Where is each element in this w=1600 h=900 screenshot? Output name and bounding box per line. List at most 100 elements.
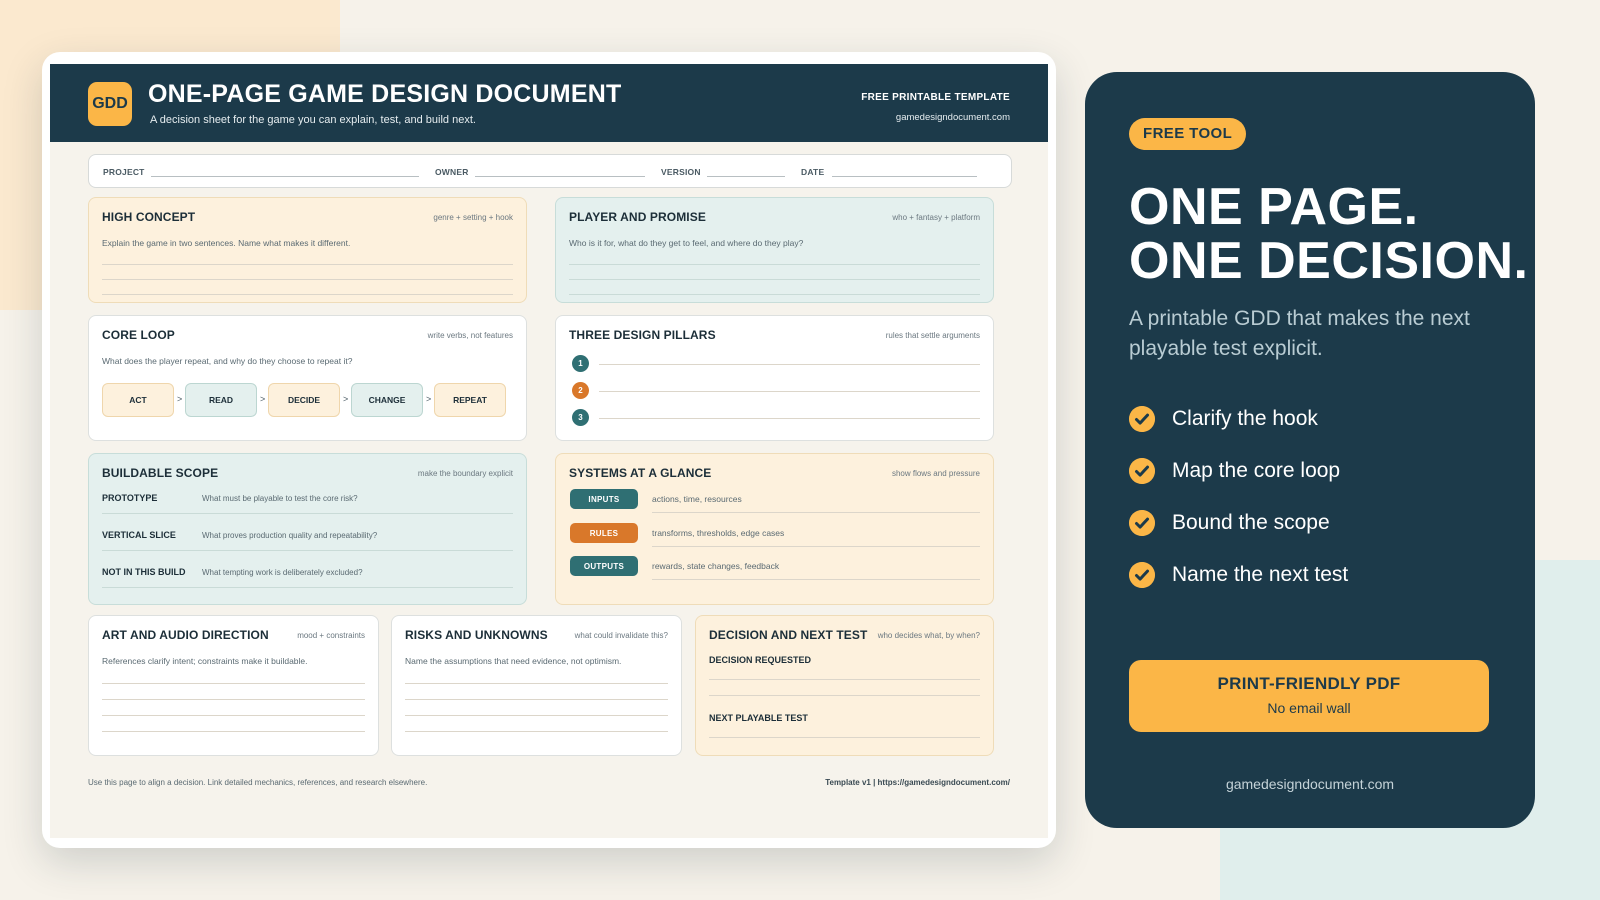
writing-line[interactable] [569, 264, 980, 265]
art-prompt: References clarify intent; constraints m… [102, 656, 308, 666]
pillar-number-3: 3 [572, 409, 589, 426]
version-label: VERSION [661, 167, 701, 177]
version-field[interactable] [707, 176, 785, 177]
writing-line[interactable] [569, 279, 980, 280]
header-site: gamedesigndocument.com [895, 112, 1010, 123]
systems-card: SYSTEMS AT A GLANCE show flows and press… [555, 453, 994, 605]
art-audio-card: ART AND AUDIO DIRECTION mood + constrain… [88, 615, 379, 756]
owner-field[interactable] [475, 176, 645, 177]
writing-line[interactable] [709, 679, 980, 680]
writing-line[interactable] [102, 513, 513, 514]
writing-line[interactable] [709, 737, 980, 738]
writing-line[interactable] [405, 715, 668, 716]
checklist-item: Bound the scope [1129, 508, 1509, 538]
check-circle-icon [1129, 510, 1155, 536]
writing-line[interactable] [102, 587, 513, 588]
writing-line[interactable] [102, 731, 365, 732]
date-field[interactable] [832, 176, 977, 177]
headline-line-1: ONE PAGE. [1129, 178, 1419, 236]
writing-line[interactable] [652, 512, 980, 513]
writing-line[interactable] [405, 731, 668, 732]
panel-headline: ONE PAGE. ONE DECISION. [1129, 180, 1528, 288]
pillar-line-3[interactable] [599, 418, 980, 419]
checklist-text: Name the next test [1172, 563, 1349, 586]
headline-line-2: ONE DECISION. [1129, 232, 1529, 290]
check-circle-icon [1129, 458, 1155, 484]
design-pillars-hint: rules that settle arguments [885, 331, 980, 340]
project-label: PROJECT [103, 167, 145, 177]
loop-arrow: > [426, 394, 432, 404]
pillar-number-1: 1 [572, 355, 589, 372]
writing-line[interactable] [405, 683, 668, 684]
panel-lead: A printable GDD that makes the next play… [1129, 307, 1470, 360]
scope-title: BUILDABLE SCOPE [102, 466, 219, 480]
loop-step-read: READ [185, 383, 257, 417]
writing-line[interactable] [709, 695, 980, 696]
footer-template-link[interactable]: Template v1 | https://gamedesigndocument… [825, 778, 1010, 787]
writing-line[interactable] [102, 279, 513, 280]
cta-title: PRINT-FRIENDLY PDF [1217, 674, 1401, 693]
pillar-line-1[interactable] [599, 364, 980, 365]
panel-site-link[interactable]: gamedesigndocument.com [1085, 776, 1535, 792]
high-concept-hint: genre + setting + hook [433, 213, 513, 222]
free-tool-badge: FREE TOOL [1129, 118, 1247, 150]
loop-step-change: CHANGE [351, 383, 423, 417]
design-pillars-card: THREE DESIGN PILLARS rules that settle a… [555, 315, 994, 441]
scope-row-text: What tempting work is deliberately exclu… [202, 568, 363, 577]
writing-line[interactable] [652, 546, 980, 547]
checklist-item: Clarify the hook [1129, 404, 1509, 434]
systems-hint: show flows and pressure [891, 469, 980, 478]
check-circle-icon [1129, 406, 1155, 432]
writing-line[interactable] [102, 699, 365, 700]
scope-hint: make the boundary explicit [417, 469, 513, 478]
date-label: DATE [801, 167, 825, 177]
systems-tag-outputs: OUTPUTS [570, 556, 638, 576]
high-concept-title: HIGH CONCEPT [102, 210, 196, 224]
risks-prompt: Name the assumptions that need evidence,… [405, 656, 622, 666]
document-title: ONE-PAGE GAME DESIGN DOCUMENT [148, 80, 622, 108]
loop-step-decide: DECIDE [268, 383, 340, 417]
cta-subtitle: No email wall [1267, 700, 1351, 716]
checklist-text: Map the core loop [1172, 459, 1341, 482]
systems-tag-rules: RULES [570, 523, 638, 543]
loop-step-act: ACT [102, 383, 174, 417]
scope-row-text: What must be playable to test the core r… [202, 494, 358, 503]
systems-row-text: rewards, state changes, feedback [652, 561, 780, 571]
core-loop-prompt: What does the player repeat, and why do … [102, 356, 353, 366]
loop-step-repeat: REPEAT [434, 383, 506, 417]
writing-line[interactable] [652, 579, 980, 580]
loop-arrow: > [260, 394, 266, 404]
art-title: ART AND AUDIO DIRECTION [102, 628, 269, 642]
loop-arrow: > [177, 394, 183, 404]
checklist-text: Bound the scope [1172, 511, 1330, 534]
risks-title: RISKS AND UNKNOWNS [405, 628, 548, 642]
systems-row-text: transforms, thresholds, edge cases [652, 528, 785, 538]
writing-line[interactable] [102, 264, 513, 265]
writing-line[interactable] [102, 715, 365, 716]
pillar-number-2: 2 [572, 382, 589, 399]
high-concept-card: HIGH CONCEPT genre + setting + hook Expl… [88, 197, 527, 303]
document-header: GDD ONE-PAGE GAME DESIGN DOCUMENT A deci… [50, 64, 1048, 142]
systems-row-text: actions, time, resources [652, 494, 742, 504]
design-pillars-title: THREE DESIGN PILLARS [569, 328, 716, 342]
writing-line[interactable] [569, 294, 980, 295]
owner-label: OWNER [435, 167, 469, 177]
print-pdf-button[interactable]: PRINT-FRIENDLY PDF No email wall [1129, 660, 1489, 732]
player-promise-hint: who + fantasy + platform [892, 213, 980, 222]
footer-note: Use this page to align a decision. Link … [88, 778, 428, 787]
decision-title: DECISION AND NEXT TEST [709, 628, 868, 642]
writing-line[interactable] [102, 294, 513, 295]
scope-row-label: NOT IN THIS BUILD [102, 567, 186, 577]
writing-line[interactable] [405, 699, 668, 700]
pillar-line-2[interactable] [599, 391, 980, 392]
core-loop-card: CORE LOOP write verbs, not features What… [88, 315, 527, 441]
decision-hint: who decides what, by when? [877, 631, 980, 640]
scope-row-label: VERTICAL SLICE [102, 530, 176, 540]
checklist-text: Clarify the hook [1172, 407, 1318, 430]
writing-line[interactable] [102, 550, 513, 551]
project-field[interactable] [151, 176, 419, 177]
core-loop-hint: write verbs, not features [427, 331, 513, 340]
scope-row-text: What proves production quality and repea… [202, 531, 378, 540]
buildable-scope-card: BUILDABLE SCOPE make the boundary explic… [88, 453, 527, 605]
writing-line[interactable] [102, 683, 365, 684]
